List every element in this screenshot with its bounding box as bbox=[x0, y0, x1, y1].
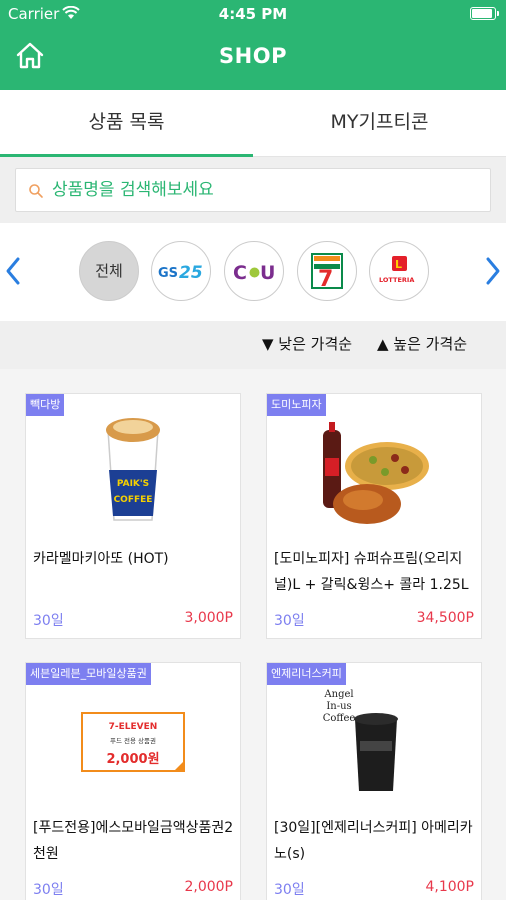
search-section bbox=[0, 157, 506, 223]
brand-filter-cu[interactable]: C U bbox=[224, 241, 284, 301]
product-price: 4,100P bbox=[425, 879, 474, 895]
seven-eleven-voucher-image: 7-ELEVEN 푸드 전용 상품권 2,000원 bbox=[81, 712, 185, 772]
validity-days: 30일 bbox=[274, 613, 305, 629]
product-name: 카라멜마키아또 (HOT) bbox=[33, 551, 169, 567]
brand-badge: 도미노피자 bbox=[267, 394, 326, 416]
page-title: SHOP bbox=[219, 44, 287, 68]
sort-bar: ▼ 낮은 가격순 ▲ 높은 가격순 bbox=[0, 321, 506, 369]
brand-filter-7eleven[interactable]: 7 bbox=[297, 241, 357, 301]
tab-my-gifticon[interactable]: MY기프티콘 bbox=[253, 90, 506, 157]
product-card[interactable]: 엔제리너스커피 Angel In-us Coffee [30일][엔제리너스커피… bbox=[266, 662, 482, 900]
search-box[interactable] bbox=[15, 168, 491, 212]
voucher-brand: 7-ELEVEN bbox=[109, 722, 158, 732]
product-name: [도미노피자] 슈퍼슈프림(오리지널)L + 갈릭&윙스+ 콜라 1.25L bbox=[274, 551, 469, 593]
status-bar: Carrier 4:45 PM bbox=[0, 0, 506, 28]
battery-icon bbox=[470, 7, 499, 20]
brand-badge: 빽다방 bbox=[26, 394, 65, 416]
svg-text:Angel: Angel bbox=[323, 689, 353, 700]
product-grid: 빽다방 PAIK'S COFFEE 카라멜마키아또 (HOT) 30일 3,00… bbox=[0, 369, 506, 900]
product-price: 3,000P bbox=[184, 610, 233, 626]
americano-image: Angel In-us Coffee bbox=[323, 689, 398, 791]
brand-filter-gs25[interactable]: GS 25 bbox=[151, 241, 211, 301]
svg-text:GS: GS bbox=[158, 266, 178, 281]
svg-text:25: 25 bbox=[179, 263, 203, 283]
voucher-amount: 2,000원 bbox=[106, 752, 159, 767]
search-icon bbox=[29, 184, 43, 198]
product-price: 2,000P bbox=[184, 879, 233, 895]
caramel-macchiato-image: PAIK'S COFFEE bbox=[106, 418, 160, 521]
svg-text:C: C bbox=[233, 262, 247, 284]
cu-logo: C U bbox=[233, 262, 275, 284]
tab-bar: 상품 목록 MY기프티콘 bbox=[0, 90, 506, 157]
svg-text:In-us: In-us bbox=[326, 701, 351, 712]
validity-days: 30일 bbox=[274, 882, 305, 898]
app-header: Carrier 4:45 PM SHOP bbox=[0, 0, 506, 90]
lotteria-logo: L LOTTERIA bbox=[379, 256, 414, 284]
svg-text:L: L bbox=[395, 258, 402, 271]
seven-eleven-logo: 7 bbox=[311, 253, 343, 292]
search-input[interactable] bbox=[52, 169, 472, 211]
svg-text:PAIK'S: PAIK'S bbox=[117, 479, 149, 489]
product-card[interactable]: 도미노피자 [도미노피자] 슈퍼슈프림(오리지널)L + 갈릭&윙스+ 콜라 1… bbox=[266, 393, 482, 639]
brand-filter-all[interactable]: 전체 bbox=[79, 241, 139, 301]
brand-badge: 세븐일레븐_모바일상품권 bbox=[26, 663, 151, 685]
validity-days: 30일 bbox=[33, 613, 64, 629]
voucher-subtitle: 푸드 전용 상품권 bbox=[110, 736, 156, 745]
product-card[interactable]: 빽다방 PAIK'S COFFEE 카라멜마키아또 (HOT) 30일 3,00… bbox=[25, 393, 241, 639]
svg-text:7: 7 bbox=[318, 267, 333, 292]
svg-text:COFFEE: COFFEE bbox=[114, 495, 153, 505]
chevron-left-icon[interactable] bbox=[0, 253, 26, 289]
pizza-set-image bbox=[323, 422, 429, 524]
brand-filter: 전체 GS 25 C U 7 L LOTTERIA bbox=[0, 223, 506, 321]
sort-high-price-button[interactable]: ▲ 높은 가격순 bbox=[377, 321, 467, 369]
product-price: 34,500P bbox=[416, 610, 474, 626]
clock: 4:45 PM bbox=[218, 5, 288, 23]
validity-days: 30일 bbox=[33, 882, 64, 898]
product-card[interactable]: 세븐일레븐_모바일상품권 7-ELEVEN 푸드 전용 상품권 2,000원 [… bbox=[25, 662, 241, 900]
svg-text:Coffee: Coffee bbox=[323, 713, 356, 724]
svg-text:LOTTERIA: LOTTERIA bbox=[379, 276, 414, 284]
product-name: [30일][엔제리너스커피] 아메리카노(s) bbox=[274, 820, 473, 862]
chevron-right-icon[interactable] bbox=[480, 253, 506, 289]
gs25-logo: GS 25 bbox=[158, 263, 203, 283]
brand-badge: 엔제리너스커피 bbox=[267, 663, 346, 685]
tab-product-list[interactable]: 상품 목록 bbox=[0, 90, 253, 157]
product-name: [푸드전용]에스모바일금액상품권2천원 bbox=[33, 820, 234, 862]
brand-filter-lotteria[interactable]: L LOTTERIA bbox=[369, 241, 429, 301]
svg-text:U: U bbox=[260, 262, 275, 284]
sort-low-price-button[interactable]: ▼ 낮은 가격순 bbox=[262, 321, 352, 369]
